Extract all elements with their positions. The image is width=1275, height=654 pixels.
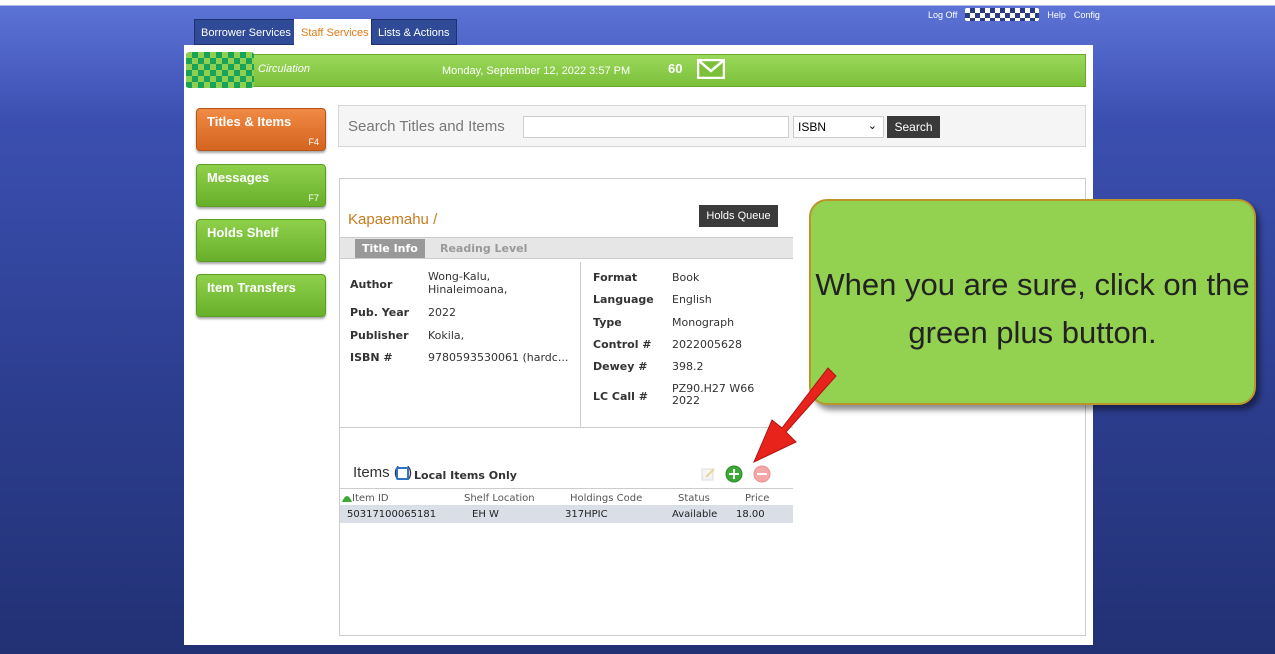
column-header[interactable]: Price (745, 493, 769, 504)
user-badge-icon (965, 8, 1040, 21)
message-count: 60 (668, 61, 683, 76)
field-label: Author (350, 278, 393, 291)
sidebar-item-label: Titles & Items (207, 114, 292, 129)
search-type-select[interactable]: ISBN ⌄ (793, 116, 884, 138)
sidebar-item-messages[interactable]: Messages F7 (196, 164, 326, 207)
chevron-down-icon: ⌄ (867, 120, 877, 132)
logoff-link[interactable]: Log Off (928, 10, 957, 20)
datetime-display: Monday, September 12, 2022 3:57 PM (442, 65, 631, 77)
field-label: Dewey # (593, 360, 648, 373)
sidebar-item-label: Holds Shelf (207, 225, 279, 240)
config-link[interactable]: Config (1074, 10, 1100, 20)
field-value: Book (672, 271, 700, 284)
field-label: Publisher (350, 329, 409, 342)
search-label: Search Titles and Items (348, 118, 505, 135)
sidebar-item-titles-items[interactable]: Titles & Items F4 (196, 108, 326, 151)
fkey-label: F7 (308, 193, 319, 203)
sidebar-item-label: Messages (207, 170, 270, 185)
table-cell: Available (672, 509, 718, 520)
table-cell: 50317100065181 (347, 509, 437, 520)
divider (340, 427, 793, 428)
envelope-icon[interactable] (697, 59, 725, 79)
search-button[interactable]: Search (887, 116, 940, 138)
field-label: Pub. Year (350, 306, 410, 319)
title-heading: Kapaemahu / (348, 211, 438, 228)
module-title: Circulation (258, 63, 310, 75)
holds-queue-button[interactable]: Holds Queue (699, 205, 778, 227)
search-input[interactable] (523, 116, 789, 138)
field-label: Language (593, 293, 654, 306)
column-header[interactable]: Shelf Location (464, 493, 535, 504)
top-links: Log Off Help Config (928, 8, 1100, 21)
local-items-label: Local Items Only (414, 469, 517, 482)
field-value: 2022005628 (672, 338, 742, 351)
field-label: ISBN # (350, 351, 393, 364)
tab-reading-level[interactable]: Reading Level (440, 239, 527, 258)
fkey-label: F4 (308, 137, 319, 147)
column-header[interactable]: Item ID (352, 493, 389, 504)
instruction-callout: When you are sure, click on the green pl… (809, 199, 1256, 405)
header-bar (186, 54, 1086, 87)
field-label: Type (593, 316, 622, 329)
table-cell: 18.00 (736, 509, 765, 520)
table-cell: 317HPIC (565, 509, 608, 520)
tab-lists-actions[interactable]: Lists & Actions (371, 19, 457, 45)
field-label: LC Call # (593, 390, 648, 403)
field-label: Format (593, 271, 638, 284)
field-value: Wong-Kalu, Hinaleimoana, (428, 270, 508, 296)
tab-borrower-services[interactable]: Borrower Services (194, 19, 298, 45)
sidebar-item-holds-shelf[interactable]: Holds Shelf (196, 219, 326, 262)
search-type-value: ISBN (798, 120, 827, 134)
column-header[interactable]: Holdings Code (570, 493, 642, 504)
items-grid-header (340, 488, 793, 505)
field-value: 2022 (428, 306, 456, 319)
field-value: 9780593530061 (hardc... (428, 351, 569, 364)
field-value: Kokila, (428, 329, 465, 342)
logo-icon (186, 52, 254, 88)
local-items-checkbox[interactable] (396, 467, 409, 480)
table-cell: EH W (472, 509, 499, 520)
sidebar-item-label: Item Transfers (207, 280, 296, 295)
divider (580, 262, 581, 427)
pointer-arrow-icon (753, 367, 837, 464)
field-value: 398.2 (672, 360, 704, 373)
field-label: Control # (593, 338, 652, 351)
sort-asc-icon (342, 496, 352, 502)
help-link[interactable]: Help (1047, 10, 1066, 20)
sidebar-item-item-transfers[interactable]: Item Transfers (196, 274, 326, 317)
edit-icon[interactable] (700, 466, 716, 482)
column-header[interactable]: Status (678, 493, 710, 504)
field-value: Monograph (672, 316, 735, 329)
field-value: English (672, 293, 712, 306)
tab-title-info[interactable]: Title Info (355, 239, 425, 258)
tab-staff-services[interactable]: Staff Services (294, 19, 376, 45)
